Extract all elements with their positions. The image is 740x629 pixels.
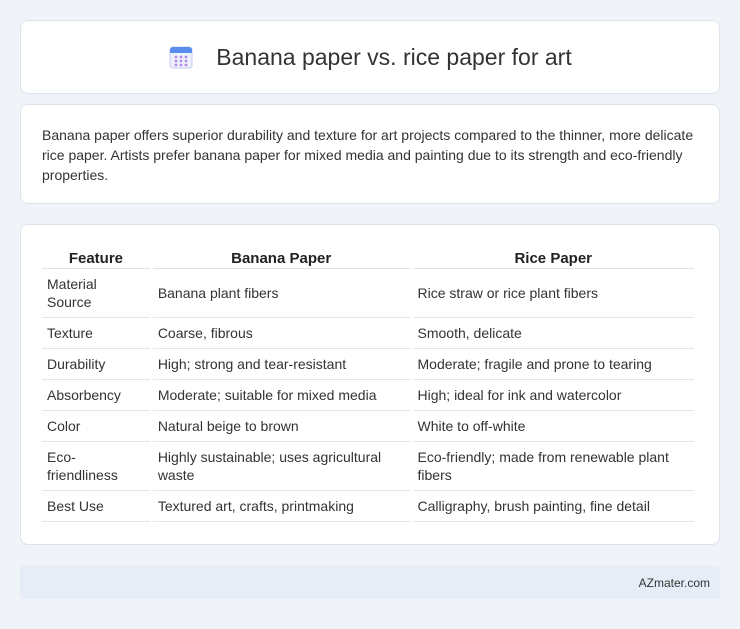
feature-cell: Eco-friendliness — [42, 442, 150, 491]
footer-site-link[interactable]: AZmater.com — [639, 576, 710, 590]
comparison-card: Feature Banana Paper Rice Paper Material… — [20, 224, 720, 545]
table-row: Color Natural beige to brown White to of… — [42, 411, 694, 442]
footer: AZmater.com — [20, 566, 720, 599]
intro-text: Banana paper offers superior durability … — [42, 127, 694, 183]
intro-card: Banana paper offers superior durability … — [20, 104, 720, 204]
banana-cell: Banana plant fibers — [152, 269, 410, 318]
comparison-table: Feature Banana Paper Rice Paper Material… — [39, 245, 697, 522]
feature-cell: Material Source — [42, 269, 150, 318]
header-banana-paper: Banana Paper — [152, 245, 410, 269]
page-title: Banana paper vs. rice paper for art — [216, 43, 572, 70]
table-row: Material Source Banana plant fibers Rice… — [42, 269, 694, 318]
table-row: Texture Coarse, fibrous Smooth, delicate — [42, 318, 694, 349]
header-feature: Feature — [42, 245, 150, 269]
rice-cell: Smooth, delicate — [412, 318, 694, 349]
table-row: Durability High; strong and tear-resista… — [42, 349, 694, 380]
title-card: Banana paper vs. rice paper for art — [20, 20, 720, 94]
banana-cell: Highly sustainable; uses agricultural wa… — [152, 442, 410, 491]
banana-cell: Moderate; suitable for mixed media — [152, 380, 410, 411]
header-rice-paper: Rice Paper — [412, 245, 694, 269]
feature-cell: Texture — [42, 318, 150, 349]
rice-cell: White to off-white — [412, 411, 694, 442]
banana-cell: Natural beige to brown — [152, 411, 410, 442]
feature-cell: Color — [42, 411, 150, 442]
table-row: Best Use Textured art, crafts, printmaki… — [42, 491, 694, 522]
rice-cell: Moderate; fragile and prone to tearing — [412, 349, 694, 380]
rice-cell: High; ideal for ink and watercolor — [412, 380, 694, 411]
banana-cell: Coarse, fibrous — [152, 318, 410, 349]
table-row: Absorbency Moderate; suitable for mixed … — [42, 380, 694, 411]
feature-cell: Durability — [42, 349, 150, 380]
feature-cell: Absorbency — [42, 380, 150, 411]
rice-cell: Rice straw or rice plant fibers — [412, 269, 694, 318]
feature-cell: Best Use — [42, 491, 150, 522]
table-row: Eco-friendliness Highly sustainable; use… — [42, 442, 694, 491]
rice-cell: Calligraphy, brush painting, fine detail — [412, 491, 694, 522]
calendar-icon — [169, 46, 193, 69]
rice-cell: Eco-friendly; made from renewable plant … — [412, 442, 694, 491]
banana-cell: Textured art, crafts, printmaking — [152, 491, 410, 522]
banana-cell: High; strong and tear-resistant — [152, 349, 410, 380]
table-header-row: Feature Banana Paper Rice Paper — [42, 245, 694, 269]
